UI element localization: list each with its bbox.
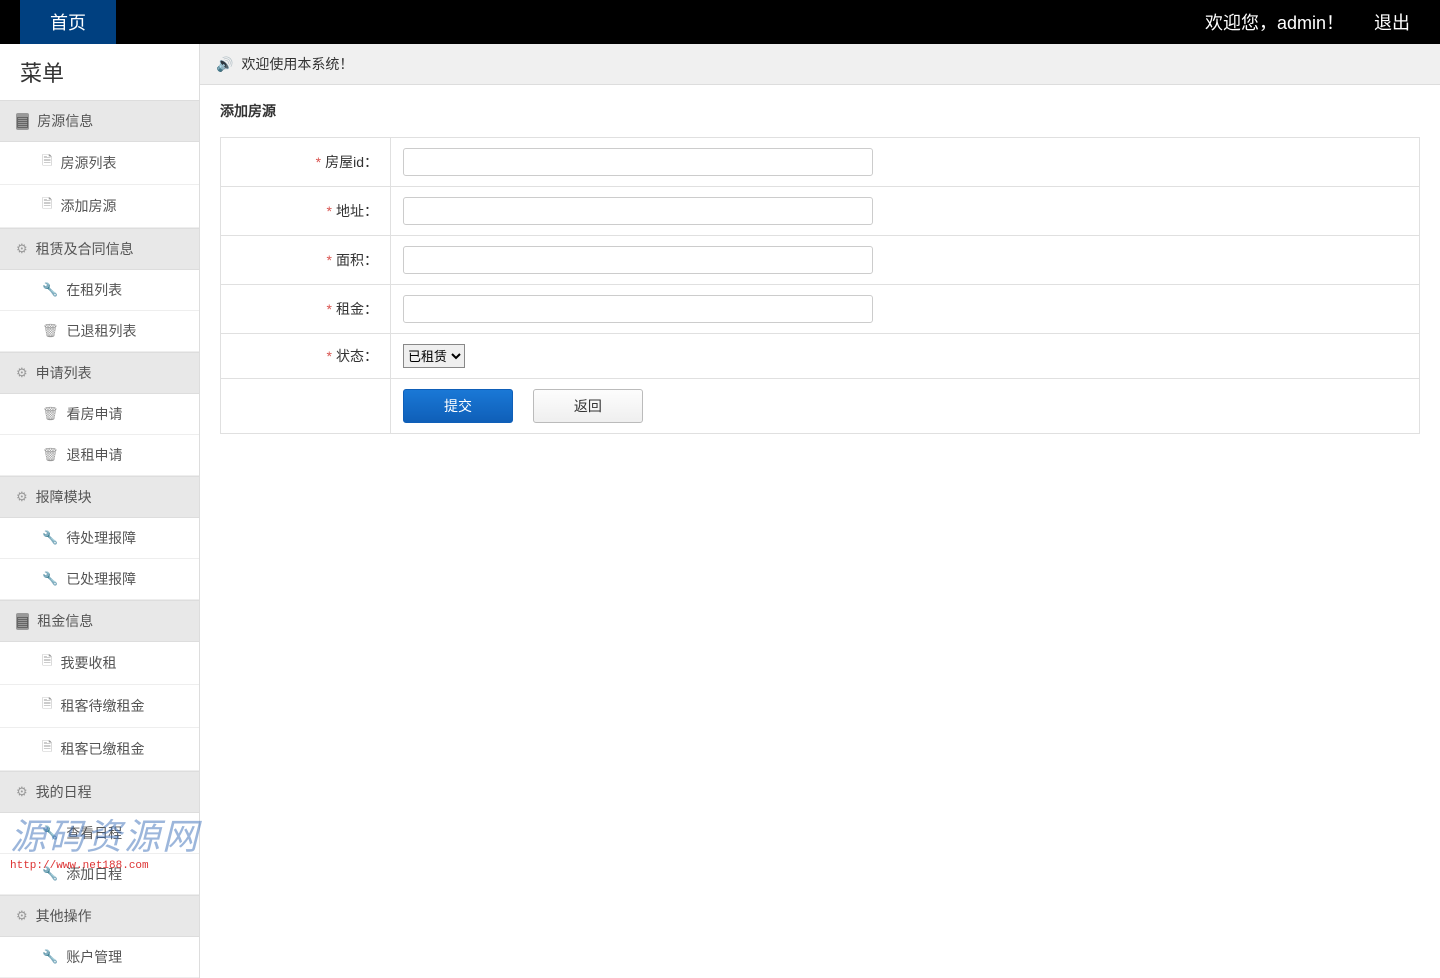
trash-icon: 🗑 (42, 406, 59, 422)
wrench-icon: 🔧 (42, 282, 58, 298)
menu-item-label: 在租列表 (66, 280, 122, 300)
topbar-left: 首页 (0, 0, 116, 44)
back-button[interactable]: 返回 (533, 389, 643, 423)
topbar-right: 欢迎您，admin！ 退出 (1205, 9, 1440, 35)
file-icon: 🗎 (42, 695, 52, 717)
menu-item-2-0[interactable]: 🗑 看房申请 (0, 394, 199, 435)
menu-item-4-2[interactable]: 🗎 租客已缴租金 (0, 728, 199, 771)
wrench-icon: 🔧 (42, 571, 58, 587)
info-icon: ▤ (16, 113, 29, 130)
label-buttons (221, 379, 391, 434)
rent-input[interactable] (403, 295, 873, 323)
file-icon: 🗎 (42, 738, 52, 760)
menu-item-label: 添加日程 (66, 864, 122, 884)
menu-item-label: 已退租列表 (67, 321, 137, 341)
notice-bar: 🔊 欢迎使用本系统！ (200, 44, 1440, 85)
form-title: 添加房源 (220, 101, 1420, 121)
label-rent: *租金： (221, 285, 391, 334)
menu-item-2-1[interactable]: 🗑 退租申请 (0, 435, 199, 476)
menu-item-0-0[interactable]: 🗎 房源列表 (0, 142, 199, 185)
menu-item-label: 房源列表 (60, 153, 116, 173)
address-input[interactable] (403, 197, 873, 225)
info-icon: ▤ (16, 613, 29, 630)
gear-icon: ⚙ (16, 365, 28, 381)
status-select[interactable]: 已租赁 (403, 344, 465, 368)
topbar: 首页 欢迎您，admin！ 退出 (0, 0, 1440, 44)
label-area: *面积： (221, 236, 391, 285)
menu-group-label: 房源信息 (37, 111, 93, 131)
menu-item-label: 我要收租 (60, 653, 116, 673)
label-address: *地址： (221, 187, 391, 236)
file-icon: 🗎 (42, 652, 52, 674)
menu-group-label: 我的日程 (36, 782, 92, 802)
logout-link[interactable]: 退出 (1374, 9, 1410, 35)
menu-item-1-0[interactable]: 🔧 在租列表 (0, 270, 199, 311)
menu-group-label: 其他操作 (36, 906, 92, 926)
welcome-text: 欢迎您，admin！ (1205, 9, 1344, 35)
menu-group-label: 报障模块 (36, 487, 92, 507)
trash-icon: 🗑 (42, 447, 59, 463)
gear-icon: ⚙ (16, 908, 28, 924)
wrench-icon: 🔧 (42, 949, 58, 965)
menu-item-6-0[interactable]: 🔧 账户管理 (0, 937, 199, 978)
gear-icon: ⚙ (16, 241, 28, 257)
menu-item-label: 查看日程 (66, 823, 122, 843)
menu-item-label: 账户管理 (66, 947, 122, 967)
menu-item-label: 租客待缴租金 (60, 696, 144, 716)
menu-group-label: 申请列表 (36, 363, 92, 383)
form-table: *房屋id： *地址： *面积： *租金： *状态： (220, 137, 1420, 434)
menu-item-label: 待处理报障 (66, 528, 136, 548)
house-id-input[interactable] (403, 148, 873, 176)
menu-item-1-1[interactable]: 🗑 已退租列表 (0, 311, 199, 352)
speaker-icon: 🔊 (216, 56, 233, 73)
menu-item-4-0[interactable]: 🗎 我要收租 (0, 642, 199, 685)
menu-item-0-1[interactable]: 🗎 添加房源 (0, 185, 199, 228)
menu-item-5-0[interactable]: 🔧 查看日程 (0, 813, 199, 854)
menu-group-4[interactable]: ▤ 租金信息 (0, 600, 199, 642)
menu-item-3-1[interactable]: 🔧 已处理报障 (0, 559, 199, 600)
label-house-id: *房屋id： (221, 138, 391, 187)
content-area: 🔊 欢迎使用本系统！ 添加房源 *房屋id： *地址： *面积： (200, 44, 1440, 978)
menu-item-label: 添加房源 (60, 196, 116, 216)
submit-button[interactable]: 提交 (403, 389, 513, 423)
wrench-icon: 🔧 (42, 825, 58, 841)
menu-item-4-1[interactable]: 🗎 租客待缴租金 (0, 685, 199, 728)
menu-group-3[interactable]: ⚙ 报障模块 (0, 476, 199, 518)
file-icon: 🗎 (42, 195, 52, 217)
menu-item-5-1[interactable]: 🔧添加日程 (0, 854, 199, 895)
trash-icon: 🗑 (42, 323, 59, 339)
gear-icon: ⚙ (16, 784, 28, 800)
gear-icon: ⚙ (16, 489, 28, 505)
menu-group-1[interactable]: ⚙ 租赁及合同信息 (0, 228, 199, 270)
menu-item-label: 租客已缴租金 (60, 739, 144, 759)
menu-item-3-0[interactable]: 🔧 待处理报障 (0, 518, 199, 559)
menu-item-label: 看房申请 (67, 404, 123, 424)
wrench-icon: 🔧 (42, 530, 58, 546)
sidebar-title: 菜单 (0, 44, 199, 100)
form-area: 添加房源 *房屋id： *地址： *面积： *租金： (200, 85, 1440, 450)
menu-group-label: 租金信息 (37, 611, 93, 631)
menu-group-0[interactable]: ▤ 房源信息 (0, 100, 199, 142)
notice-text: 欢迎使用本系统！ (241, 54, 353, 74)
label-status: *状态： (221, 334, 391, 379)
menu-group-5[interactable]: ⚙ 我的日程 (0, 771, 199, 813)
sidebar: 菜单 ▤ 房源信息 🗎 房源列表 🗎 添加房源 ⚙ 租赁及合同信息 🔧 在租列表 🗑 已退租列表 ⚙ 申请… (0, 44, 200, 978)
home-tab[interactable]: 首页 (20, 0, 116, 44)
file-icon: 🗎 (42, 152, 52, 174)
area-input[interactable] (403, 246, 873, 274)
menu-item-label: 已处理报障 (66, 569, 136, 589)
menu-group-6[interactable]: ⚙ 其他操作 (0, 895, 199, 937)
menu-item-label: 退租申请 (67, 445, 123, 465)
menu-group-2[interactable]: ⚙ 申请列表 (0, 352, 199, 394)
menu-group-label: 租赁及合同信息 (36, 239, 134, 259)
